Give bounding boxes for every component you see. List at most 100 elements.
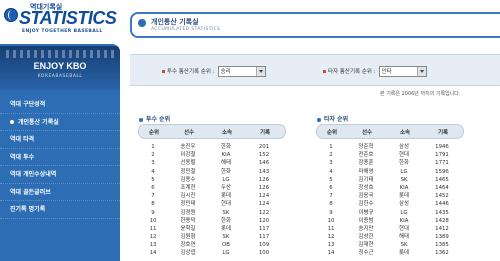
sidebar-item-career-records[interactable]: 개인통산 기록실 xyxy=(0,114,120,131)
cell-record: 1428 xyxy=(435,217,449,224)
cell-player[interactable]: 김성한 xyxy=(346,233,386,241)
table-body: 1 양준혁 삼성 1946 2 전준호 현대 1791 3 장종훈 한화 1771 4 마해영 LG 1596… xyxy=(316,143,464,258)
table-row: 7 김응국 롯데 1452 xyxy=(316,192,464,200)
logo[interactable]: 역대기록실 STATISTICS ENJOY TOGETHER BASEBALL xyxy=(0,0,118,42)
cell-player[interactable]: 장성호 xyxy=(346,184,386,192)
bullet-icon xyxy=(139,117,143,122)
sidebar-item-label: 진기록 명기록 xyxy=(10,206,46,213)
cell-player[interactable]: 선동렬 xyxy=(168,159,208,167)
table-row: 6 장성호 KIA 1464 xyxy=(316,184,464,192)
cell-player[interactable]: 정민철 xyxy=(168,168,208,176)
cell-team: LG xyxy=(222,250,230,257)
cell-player[interactable]: 송지만 xyxy=(346,225,386,233)
column-header-record: 기록 xyxy=(437,129,449,136)
cell-team: 한화 xyxy=(221,144,231,150)
cell-rank: 13 xyxy=(327,242,335,249)
table-row: 13 장호연 OB 109 xyxy=(138,241,286,249)
table-row: 14 정수근 롯데 1362 xyxy=(316,249,464,257)
cell-record: 122 xyxy=(258,209,270,216)
sidebar-item-pitching[interactable]: 역대 투수 xyxy=(0,149,120,166)
cell-player[interactable]: 정수근 xyxy=(346,249,386,257)
cell-rank: 3 xyxy=(151,160,155,167)
cell-rank: 7 xyxy=(151,193,155,200)
cell-team: SK xyxy=(400,176,408,183)
cell-team: KIA xyxy=(399,217,409,224)
table-row: 8 정민태 현대 124 xyxy=(138,200,286,208)
cell-player[interactable]: 이강철 xyxy=(168,151,208,159)
pitcher-filter-label: 투수 통산기록 순위 : xyxy=(162,67,215,75)
page-header: 개인통산 기록실 ACCUMULATED STATISTICS xyxy=(130,12,500,38)
table-row: 3 장종훈 한화 1771 xyxy=(316,159,464,167)
cell-team: SK xyxy=(400,242,408,249)
chevron-down-icon[interactable] xyxy=(255,66,265,76)
sidebar-item-label: 역대 개인수상내역 xyxy=(10,171,57,178)
cell-rank: 3 xyxy=(329,160,333,167)
cell-player[interactable]: 한용덕 xyxy=(168,217,208,225)
cell-record: 1946 xyxy=(435,144,449,150)
cell-player[interactable]: 이종범 xyxy=(346,217,386,225)
cell-player[interactable]: 김재현 xyxy=(346,241,386,249)
batter-filter: 타자 통산기록 순위 : 안타 xyxy=(323,65,427,77)
sidebar-item-label: 역대 구단성적 xyxy=(10,101,46,108)
cell-record: 201 xyxy=(258,144,270,150)
cell-rank: 2 xyxy=(151,152,155,159)
cell-record: 109 xyxy=(258,242,270,249)
column-header-record: 기록 xyxy=(259,129,271,136)
cell-team: KIA xyxy=(399,184,409,191)
cell-player[interactable]: 김용수 xyxy=(168,176,208,184)
cell-team: 롯데 xyxy=(221,225,231,232)
cell-record: 124 xyxy=(258,201,270,208)
cell-rank: 9 xyxy=(151,209,155,216)
table-row: 4 마해영 LG 1596 xyxy=(316,168,464,176)
sidebar-item-awards[interactable]: 역대 개인수상내역 xyxy=(0,166,120,184)
sidebar-item-label: 역대 타격 xyxy=(10,136,35,143)
table-row: 11 윤학길 롯데 117 xyxy=(138,225,286,233)
cell-player[interactable]: 조계현 xyxy=(168,184,208,192)
cell-player[interactable]: 정민태 xyxy=(168,200,208,208)
table-row: 12 김원형 SK 117 xyxy=(138,233,286,241)
cell-player[interactable]: 이병규 xyxy=(346,209,386,217)
cell-rank: 1 xyxy=(329,144,333,150)
cell-rank: 8 xyxy=(151,201,155,208)
sidebar-item-rare-records[interactable]: 진기록 명기록 xyxy=(0,201,120,219)
cell-player[interactable]: 김응국 xyxy=(346,192,386,200)
cell-player[interactable]: 윤학길 xyxy=(168,225,208,233)
cell-player[interactable]: 김한수 xyxy=(346,200,386,208)
batter-ranking-table: 순위 선수 소속 기록 1 양준혁 삼성 1946 2 전준호 현대 1791 3 장종훈 한화 17… xyxy=(316,124,464,258)
cell-player[interactable]: 양준혁 xyxy=(346,143,386,151)
cell-player[interactable]: 장종훈 xyxy=(346,159,386,167)
sidebar-item-batting[interactable]: 역대 타격 xyxy=(0,131,120,149)
cell-record: 146 xyxy=(258,160,270,167)
table-row: 10 이종범 KIA 1428 xyxy=(316,217,464,225)
cell-rank: 2 xyxy=(329,152,333,159)
cell-rank: 11 xyxy=(327,225,335,232)
column-header-rank: 순위 xyxy=(148,129,160,136)
page-subtitle: ACCUMULATED STATISTICS xyxy=(151,27,221,32)
cell-player[interactable]: 전준호 xyxy=(346,151,386,159)
chevron-down-icon[interactable] xyxy=(416,66,426,76)
cell-player[interactable]: 마해영 xyxy=(346,168,386,176)
cell-player[interactable]: 김시진 xyxy=(168,192,208,200)
page-title: 개인통산 기록실 xyxy=(151,18,199,26)
table-row: 11 송지만 현대 1412 xyxy=(316,225,464,233)
cell-rank: 14 xyxy=(149,250,157,257)
column-header-player: 선수 xyxy=(361,129,373,136)
cell-player[interactable]: 김상엽 xyxy=(168,249,208,257)
sidebar-item-team-records[interactable]: 역대 구단성적 xyxy=(0,96,120,114)
sidebar-item-golden-glove[interactable]: 역대 골든글러브 xyxy=(0,184,120,201)
cell-rank: 8 xyxy=(329,201,333,208)
table-row: 9 이병규 LG 1435 xyxy=(316,209,464,217)
bullet-icon xyxy=(323,70,326,73)
cell-player[interactable]: 김원형 xyxy=(168,233,208,241)
cell-team: 롯데 xyxy=(221,193,231,200)
cell-player[interactable]: 김기태 xyxy=(346,176,386,184)
cell-player[interactable]: 송진우 xyxy=(168,143,208,151)
batter-stat-select[interactable]: 안타 xyxy=(378,65,427,77)
cell-record: 1435 xyxy=(435,209,449,216)
batter-section-title: 타자 순위 xyxy=(317,114,348,123)
cell-player[interactable]: 김경원 xyxy=(168,209,208,217)
cell-rank: 11 xyxy=(149,225,157,232)
sidebar-banner: ENJOY KBO KOREABASEBALL xyxy=(0,46,120,90)
pitcher-stat-select[interactable]: 승리 xyxy=(217,65,266,77)
cell-player[interactable]: 장호연 xyxy=(168,241,208,249)
